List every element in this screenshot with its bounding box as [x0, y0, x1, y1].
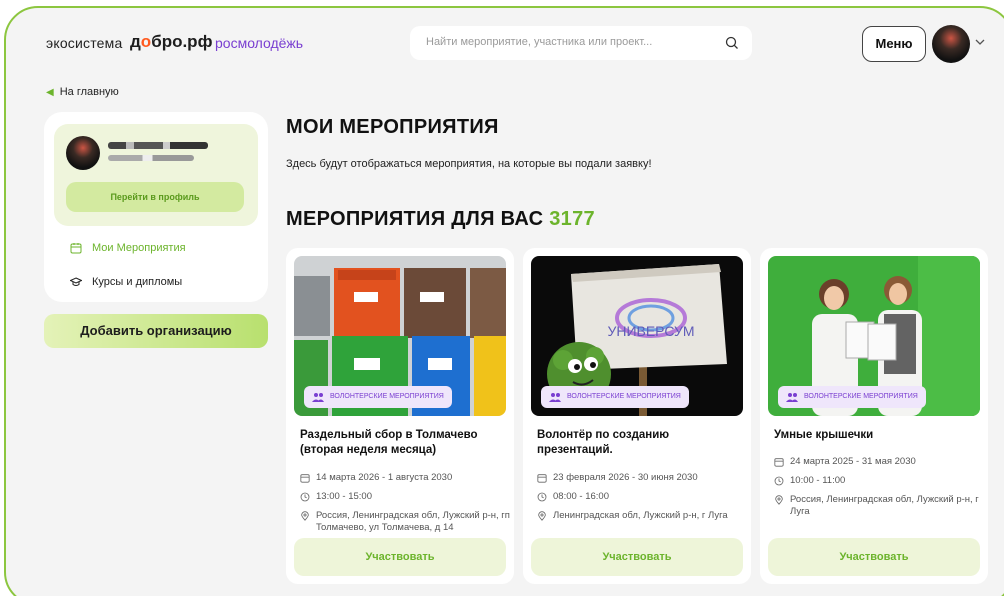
header: экосистема добро.рф росмолодёжь Найти ме… [6, 8, 1004, 76]
people-icon [786, 393, 798, 402]
sidebar-item-label: Мои Мероприятия [92, 242, 186, 254]
profile-card: Перейти в профиль [54, 124, 258, 226]
calendar-icon [300, 474, 310, 483]
event-date: 23 февраля 2026 - 30 июня 2030 [537, 472, 751, 484]
menu-button[interactable]: Меню [862, 26, 926, 62]
event-date: 14 марта 2026 - 1 августа 2030 [300, 472, 514, 484]
event-time-text: 13:00 - 15:00 [316, 491, 372, 502]
event-image[interactable]: ВОЛОНТЕРСКИЕ МЕРОПРИЯТИЯ [294, 256, 506, 416]
participate-button[interactable]: Участвовать [531, 538, 743, 576]
category-badge-label: ВОЛОНТЕРСКИЕ МЕРОПРИЯТИЯ [330, 393, 444, 400]
sidebar-item-my-events[interactable]: Мои Мероприятия [70, 242, 186, 254]
event-date-text: 23 февраля 2026 - 30 июня 2030 [553, 472, 698, 483]
calendar-icon [774, 458, 784, 467]
location-pin-icon [538, 511, 546, 521]
category-badge: ВОЛОНТЕРСКИЕ МЕРОПРИЯТИЯ [778, 386, 926, 408]
dobro-logo[interactable]: добро.рф [130, 32, 212, 52]
participate-button[interactable]: Участвовать [294, 538, 506, 576]
sidebar-item-label: Курсы и дипломы [92, 276, 183, 288]
dobro-logo-part: бро.рф [151, 32, 213, 51]
page-title: МОИ МЕРОПРИЯТИЯ [286, 116, 499, 138]
event-location: Ленинградская обл, Лужский р-н, г Луга [537, 510, 751, 522]
event-card[interactable]: ВОЛОНТЕРСКИЕ МЕРОПРИЯТИЯ Умные крышечки … [760, 248, 988, 584]
go-to-profile-button[interactable]: Перейти в профиль [66, 182, 244, 212]
participate-button[interactable]: Участвовать [768, 538, 980, 576]
event-date: 24 марта 2025 - 31 мая 2030 [774, 456, 988, 468]
ecosystem-logo[interactable]: экосистема [46, 35, 122, 51]
event-time: 08:00 - 16:00 [537, 491, 751, 503]
my-events-empty-text: Здесь будут отображаться мероприятия, на… [286, 158, 652, 170]
category-badge: ВОЛОНТЕРСКИЕ МЕРОПРИЯТИЯ [304, 386, 452, 408]
blurred-user-name [108, 142, 208, 149]
event-date-text: 14 марта 2026 - 1 августа 2030 [316, 472, 453, 483]
event-location-text: Россия, Ленинградская обл, Лужский р-н, … [790, 494, 979, 517]
dobro-logo-part: д [130, 32, 141, 51]
event-title[interactable]: Раздельный сбор в Толмачево (вторая неде… [300, 428, 510, 458]
event-title[interactable]: Умные крышечки [774, 428, 984, 443]
clock-icon [774, 476, 784, 486]
chevron-down-icon[interactable] [974, 36, 986, 48]
event-card[interactable]: ВОЛОНТЕРСКИЕ МЕРОПРИЯТИЯ Раздельный сбор… [286, 248, 514, 584]
event-time: 13:00 - 15:00 [300, 491, 514, 503]
category-badge-label: ВОЛОНТЕРСКИЕ МЕРОПРИЯТИЯ [567, 393, 681, 400]
event-location-text: Россия, Ленинградская обл, Лужский р-н, … [316, 510, 510, 533]
sidebar: Перейти в профиль Мои Мероприятия Курсы … [44, 112, 268, 302]
event-date-text: 24 марта 2025 - 31 мая 2030 [790, 456, 916, 467]
sidebar-item-courses[interactable]: Курсы и дипломы [70, 276, 182, 288]
back-link-label: На главную [59, 86, 119, 98]
add-organization-button[interactable]: Добавить организацию [44, 314, 268, 348]
events-for-you-title: МЕРОПРИЯТИЯ ДЛЯ ВАС 3177 [286, 208, 595, 231]
event-location: Россия, Ленинградская обл, Лужский р-н, … [300, 510, 514, 534]
dobro-logo-heart: о [140, 32, 152, 51]
clock-icon [300, 492, 310, 502]
app-frame: экосистема добро.рф росмолодёжь Найти ме… [4, 6, 1004, 596]
events-count: 3177 [549, 208, 595, 230]
search-placeholder: Найти мероприятие, участника или проект.… [426, 36, 653, 48]
event-image[interactable]: УНИВЕРСУМ ВОЛОНТЕРСКИЕ МЕРОПРИЯТИЯ [531, 256, 743, 416]
category-badge-label: ВОЛОНТЕРСКИЕ МЕРОПРИЯТИЯ [804, 393, 918, 400]
back-to-home-link[interactable]: ◀ На главную [46, 86, 119, 98]
search-icon[interactable] [724, 35, 740, 51]
category-badge: ВОЛОНТЕРСКИЕ МЕРОПРИЯТИЯ [541, 386, 689, 408]
event-location: Россия, Ленинградская обл, Лужский р-н, … [774, 494, 988, 518]
event-location-text: Ленинградская обл, Лужский р-н, г Луга [553, 510, 728, 521]
clock-icon [537, 492, 547, 502]
calendar-icon [70, 243, 82, 254]
events-for-you-label: МЕРОПРИЯТИЯ ДЛЯ ВАС [286, 208, 544, 230]
people-icon [549, 393, 561, 402]
location-pin-icon [301, 511, 309, 521]
event-time-text: 08:00 - 16:00 [553, 491, 609, 502]
people-icon [312, 393, 324, 402]
event-time: 10:00 - 11:00 [774, 475, 988, 487]
avatar [66, 136, 100, 170]
sign-text: УНИВЕРСУМ [607, 323, 694, 339]
event-time-text: 10:00 - 11:00 [790, 475, 846, 486]
event-title[interactable]: Волонтёр по созданию презентаций. [537, 428, 747, 458]
search-input[interactable]: Найти мероприятие, участника или проект.… [410, 26, 752, 60]
back-arrow-icon: ◀ [46, 87, 54, 98]
blurred-user-info [108, 155, 194, 161]
event-image[interactable]: ВОЛОНТЕРСКИЕ МЕРОПРИЯТИЯ [768, 256, 980, 416]
rosmolodezh-logo[interactable]: росмолодёжь [215, 35, 303, 51]
calendar-icon [537, 474, 547, 483]
user-avatar[interactable] [932, 25, 970, 63]
graduation-cap-icon [70, 277, 82, 286]
location-pin-icon [775, 495, 783, 505]
event-card[interactable]: УНИВЕРСУМ ВОЛОНТЕРСКИЕ МЕРОПРИЯТИЯ Волон… [523, 248, 751, 584]
